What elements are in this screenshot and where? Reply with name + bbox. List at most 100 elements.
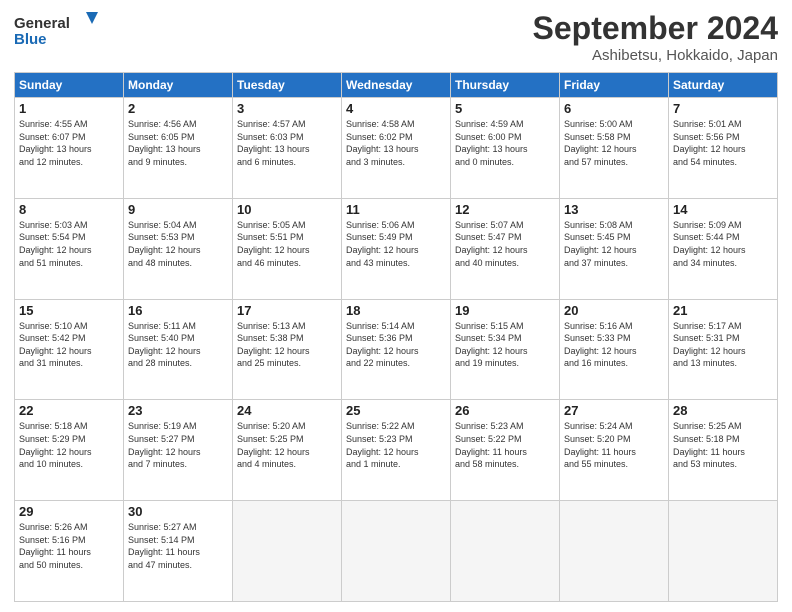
day-cell: 26 Sunrise: 5:23 AM Sunset: 5:22 PM Dayli… bbox=[451, 400, 560, 501]
day-cell: 12 Sunrise: 5:07 AM Sunset: 5:47 PM Dayli… bbox=[451, 198, 560, 299]
day-info: Sunrise: 5:25 AM Sunset: 5:18 PM Dayligh… bbox=[673, 420, 773, 470]
day-number: 18 bbox=[346, 303, 446, 318]
day-number: 26 bbox=[455, 403, 555, 418]
day-info: Sunrise: 5:15 AM Sunset: 5:34 PM Dayligh… bbox=[455, 320, 555, 370]
day-cell: 4Sunrise: 4:58 AM Sunset: 6:02 PM Daylig… bbox=[342, 98, 451, 199]
svg-text:General: General bbox=[14, 15, 70, 32]
day-cell: 2Sunrise: 4:56 AM Sunset: 6:05 PM Daylig… bbox=[124, 98, 233, 199]
day-cell: 8 Sunrise: 5:03 AM Sunset: 5:54 PM Daylig… bbox=[15, 198, 124, 299]
day-info: Sunrise: 5:04 AM Sunset: 5:53 PM Dayligh… bbox=[128, 219, 228, 269]
day-number: 23 bbox=[128, 403, 228, 418]
day-cell: 1 Sunrise: 4:55 AM Sunset: 6:07 PM Daylig… bbox=[15, 98, 124, 199]
day-cell: 25 Sunrise: 5:22 AM Sunset: 5:23 PM Dayli… bbox=[342, 400, 451, 501]
week-row-4: 22Sunrise: 5:18 AM Sunset: 5:29 PM Dayli… bbox=[15, 400, 778, 501]
month-title: September 2024 bbox=[533, 10, 778, 47]
day-number: 24 bbox=[237, 403, 337, 418]
day-number: 13 bbox=[564, 202, 664, 217]
day-number: 19 bbox=[455, 303, 555, 318]
subtitle: Ashibetsu, Hokkaido, Japan bbox=[533, 47, 778, 64]
day-cell bbox=[560, 501, 669, 602]
day-cell bbox=[669, 501, 778, 602]
day-cell: 23 Sunrise: 5:19 AM Sunset: 5:27 PM Dayli… bbox=[124, 400, 233, 501]
day-cell: 13 Sunrise: 5:08 AM Sunset: 5:45 PM Dayli… bbox=[560, 198, 669, 299]
day-info: Sunrise: 5:01 AM Sunset: 5:56 PM Dayligh… bbox=[673, 118, 773, 168]
day-number: 16 bbox=[128, 303, 228, 318]
day-cell: 30Sunrise: 5:27 AM Sunset: 5:14 PM Dayli… bbox=[124, 501, 233, 602]
day-info: Sunrise: 4:57 AM Sunset: 6:03 PM Dayligh… bbox=[237, 118, 337, 168]
day-info: Sunrise: 5:07 AM Sunset: 5:47 PM Dayligh… bbox=[455, 219, 555, 269]
day-cell: 6Sunrise: 5:00 AM Sunset: 5:58 PM Daylig… bbox=[560, 98, 669, 199]
day-info: Sunrise: 4:59 AM Sunset: 6:00 PM Dayligh… bbox=[455, 118, 555, 168]
header-row: SundayMondayTuesdayWednesdayThursdayFrid… bbox=[15, 73, 778, 98]
day-number: 27 bbox=[564, 403, 664, 418]
day-cell: 20 Sunrise: 5:16 AM Sunset: 5:33 PM Dayli… bbox=[560, 299, 669, 400]
day-info: Sunrise: 5:03 AM Sunset: 5:54 PM Dayligh… bbox=[19, 219, 119, 269]
day-number: 30 bbox=[128, 504, 228, 519]
day-cell: 15 Sunrise: 5:10 AM Sunset: 5:42 PM Dayli… bbox=[15, 299, 124, 400]
day-number: 29 bbox=[19, 504, 119, 519]
day-cell: 9 Sunrise: 5:04 AM Sunset: 5:53 PM Daylig… bbox=[124, 198, 233, 299]
day-info: Sunrise: 5:18 AM Sunset: 5:29 PM Dayligh… bbox=[19, 420, 119, 470]
day-number: 10 bbox=[237, 202, 337, 217]
col-header-friday: Friday bbox=[560, 73, 669, 98]
day-number: 3 bbox=[237, 101, 337, 116]
day-info: Sunrise: 5:16 AM Sunset: 5:33 PM Dayligh… bbox=[564, 320, 664, 370]
day-info: Sunrise: 5:23 AM Sunset: 5:22 PM Dayligh… bbox=[455, 420, 555, 470]
day-cell: 28 Sunrise: 5:25 AM Sunset: 5:18 PM Dayli… bbox=[669, 400, 778, 501]
col-header-saturday: Saturday bbox=[669, 73, 778, 98]
col-header-thursday: Thursday bbox=[451, 73, 560, 98]
day-info: Sunrise: 4:56 AM Sunset: 6:05 PM Dayligh… bbox=[128, 118, 228, 168]
day-number: 15 bbox=[19, 303, 119, 318]
day-info: Sunrise: 5:17 AM Sunset: 5:31 PM Dayligh… bbox=[673, 320, 773, 370]
day-number: 20 bbox=[564, 303, 664, 318]
day-number: 1 bbox=[19, 101, 119, 116]
day-cell: 21 Sunrise: 5:17 AM Sunset: 5:31 PM Dayli… bbox=[669, 299, 778, 400]
day-cell: 10Sunrise: 5:05 AM Sunset: 5:51 PM Dayli… bbox=[233, 198, 342, 299]
day-number: 25 bbox=[346, 403, 446, 418]
day-info: Sunrise: 5:13 AM Sunset: 5:38 PM Dayligh… bbox=[237, 320, 337, 370]
day-info: Sunrise: 4:55 AM Sunset: 6:07 PM Dayligh… bbox=[19, 118, 119, 168]
day-info: Sunrise: 5:11 AM Sunset: 5:40 PM Dayligh… bbox=[128, 320, 228, 370]
day-number: 12 bbox=[455, 202, 555, 217]
day-info: Sunrise: 5:22 AM Sunset: 5:23 PM Dayligh… bbox=[346, 420, 446, 470]
day-number: 21 bbox=[673, 303, 773, 318]
week-row-5: 29 Sunrise: 5:26 AM Sunset: 5:16 PM Dayli… bbox=[15, 501, 778, 602]
day-cell: 29 Sunrise: 5:26 AM Sunset: 5:16 PM Dayli… bbox=[15, 501, 124, 602]
col-header-sunday: Sunday bbox=[15, 73, 124, 98]
day-cell: 19 Sunrise: 5:15 AM Sunset: 5:34 PM Dayli… bbox=[451, 299, 560, 400]
day-cell: 7 Sunrise: 5:01 AM Sunset: 5:56 PM Daylig… bbox=[669, 98, 778, 199]
day-info: Sunrise: 5:19 AM Sunset: 5:27 PM Dayligh… bbox=[128, 420, 228, 470]
day-number: 9 bbox=[128, 202, 228, 217]
logo-svg: General Blue bbox=[14, 10, 104, 54]
calendar-table: SundayMondayTuesdayWednesdayThursdayFrid… bbox=[14, 72, 778, 602]
day-number: 5 bbox=[455, 101, 555, 116]
day-info: Sunrise: 5:10 AM Sunset: 5:42 PM Dayligh… bbox=[19, 320, 119, 370]
day-info: Sunrise: 5:08 AM Sunset: 5:45 PM Dayligh… bbox=[564, 219, 664, 269]
day-cell: 17Sunrise: 5:13 AM Sunset: 5:38 PM Dayli… bbox=[233, 299, 342, 400]
day-number: 11 bbox=[346, 202, 446, 217]
day-info: Sunrise: 5:26 AM Sunset: 5:16 PM Dayligh… bbox=[19, 521, 119, 571]
col-header-tuesday: Tuesday bbox=[233, 73, 342, 98]
day-cell: 3 Sunrise: 4:57 AM Sunset: 6:03 PM Daylig… bbox=[233, 98, 342, 199]
svg-text:Blue: Blue bbox=[14, 31, 47, 48]
day-cell: 27Sunrise: 5:24 AM Sunset: 5:20 PM Dayli… bbox=[560, 400, 669, 501]
day-number: 7 bbox=[673, 101, 773, 116]
day-cell: 24Sunrise: 5:20 AM Sunset: 5:25 PM Dayli… bbox=[233, 400, 342, 501]
day-number: 28 bbox=[673, 403, 773, 418]
day-cell: 11Sunrise: 5:06 AM Sunset: 5:49 PM Dayli… bbox=[342, 198, 451, 299]
day-info: Sunrise: 4:58 AM Sunset: 6:02 PM Dayligh… bbox=[346, 118, 446, 168]
logo: General Blue bbox=[14, 10, 104, 54]
day-cell bbox=[342, 501, 451, 602]
day-cell bbox=[233, 501, 342, 602]
col-header-monday: Monday bbox=[124, 73, 233, 98]
day-cell: 22Sunrise: 5:18 AM Sunset: 5:29 PM Dayli… bbox=[15, 400, 124, 501]
day-number: 14 bbox=[673, 202, 773, 217]
day-cell: 18Sunrise: 5:14 AM Sunset: 5:36 PM Dayli… bbox=[342, 299, 451, 400]
day-cell: 5 Sunrise: 4:59 AM Sunset: 6:00 PM Daylig… bbox=[451, 98, 560, 199]
day-cell bbox=[451, 501, 560, 602]
week-row-2: 8 Sunrise: 5:03 AM Sunset: 5:54 PM Daylig… bbox=[15, 198, 778, 299]
week-row-1: 1 Sunrise: 4:55 AM Sunset: 6:07 PM Daylig… bbox=[15, 98, 778, 199]
day-cell: 16 Sunrise: 5:11 AM Sunset: 5:40 PM Dayli… bbox=[124, 299, 233, 400]
day-number: 8 bbox=[19, 202, 119, 217]
page: General Blue September 2024 Ashibetsu, H… bbox=[0, 0, 792, 612]
